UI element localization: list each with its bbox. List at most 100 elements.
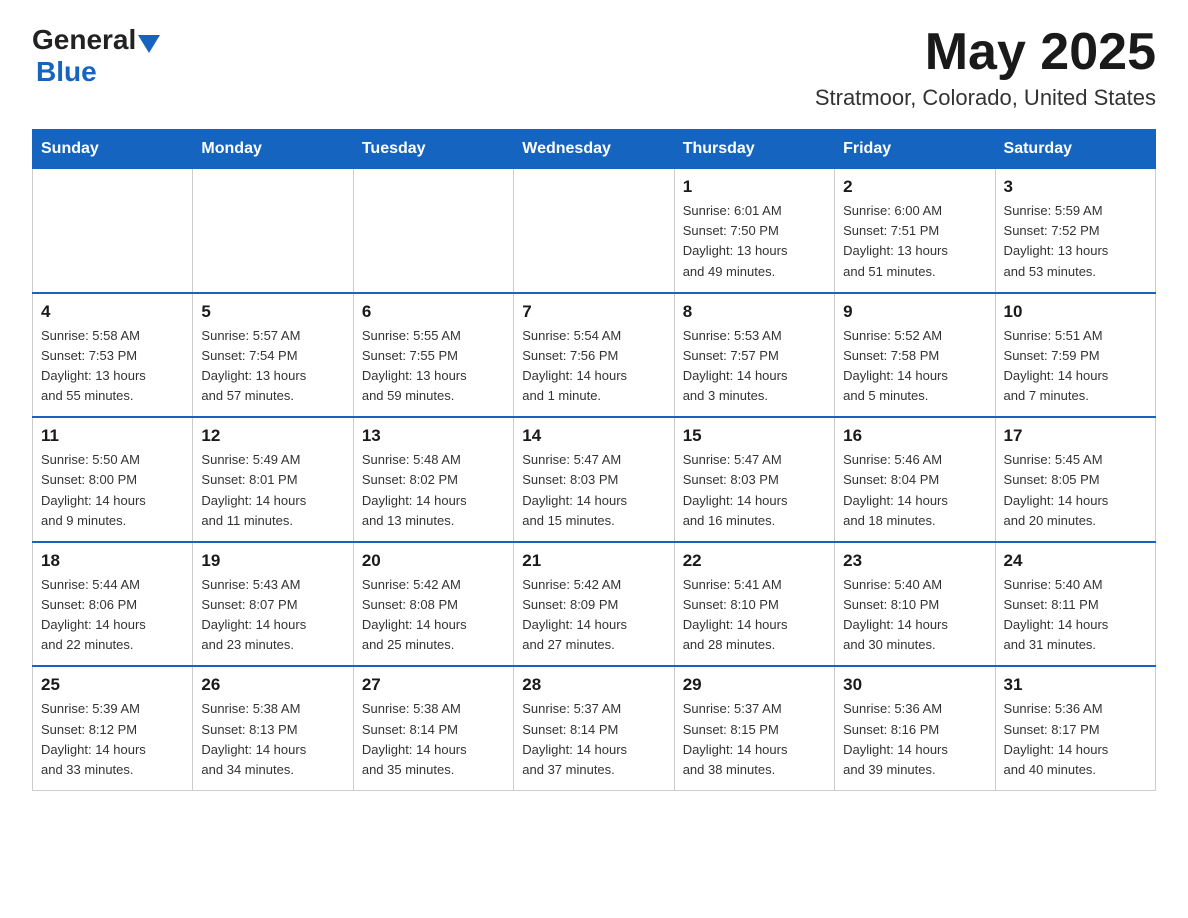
logo-triangle-icon xyxy=(138,35,160,53)
calendar-cell: 5Sunrise: 5:57 AM Sunset: 7:54 PM Daylig… xyxy=(193,293,353,418)
calendar-week-row: 11 Sunrise: 5:50 AM Sunset: 8:00 PM Dayli… xyxy=(33,417,1156,542)
day-info: Sunrise: 6:00 AM Sunset: 7:51 PM Dayligh… xyxy=(843,201,986,282)
day-info: Sunrise: 5:38 AM Sunset: 8:14 PM Dayligh… xyxy=(362,699,505,780)
location-title: Stratmoor, Colorado, United States xyxy=(815,85,1156,111)
day-info: Sunrise: 5:54 AM Sunset: 7:56 PM Dayligh… xyxy=(522,326,665,407)
calendar-cell: 16 Sunrise: 5:46 AM Sunset: 8:04 PM Dayli… xyxy=(835,417,995,542)
day-number: 4 xyxy=(41,302,184,322)
calendar-cell: 23 Sunrise: 5:40 AM Sunset: 8:10 PM Dayli… xyxy=(835,542,995,667)
calendar-cell: 4 Sunrise: 5:58 AM Sunset: 7:53 PM Daylig… xyxy=(33,293,193,418)
day-number: 21 xyxy=(522,551,665,571)
day-info: Sunrise: 5:43 AM Sunset: 8:07 PM Dayligh… xyxy=(201,575,344,656)
calendar-cell: 28Sunrise: 5:37 AM Sunset: 8:14 PM Dayli… xyxy=(514,666,674,790)
day-number: 31 xyxy=(1004,675,1147,695)
day-info: Sunrise: 5:49 AM Sunset: 8:01 PM Dayligh… xyxy=(201,450,344,531)
day-info: Sunrise: 5:59 AM Sunset: 7:52 PM Dayligh… xyxy=(1004,201,1147,282)
calendar-cell: 21Sunrise: 5:42 AM Sunset: 8:09 PM Dayli… xyxy=(514,542,674,667)
calendar-cell: 18 Sunrise: 5:44 AM Sunset: 8:06 PM Dayli… xyxy=(33,542,193,667)
day-info: Sunrise: 5:58 AM Sunset: 7:53 PM Dayligh… xyxy=(41,326,184,407)
day-number: 10 xyxy=(1004,302,1147,322)
day-info: Sunrise: 5:48 AM Sunset: 8:02 PM Dayligh… xyxy=(362,450,505,531)
day-number: 9 xyxy=(843,302,986,322)
day-number: 12 xyxy=(201,426,344,446)
calendar-header-row: SundayMondayTuesdayWednesdayThursdayFrid… xyxy=(33,130,1156,169)
day-number: 23 xyxy=(843,551,986,571)
calendar-cell: 19Sunrise: 5:43 AM Sunset: 8:07 PM Dayli… xyxy=(193,542,353,667)
calendar-cell xyxy=(353,169,513,293)
day-info: Sunrise: 5:52 AM Sunset: 7:58 PM Dayligh… xyxy=(843,326,986,407)
header-thursday: Thursday xyxy=(674,130,834,169)
calendar-cell: 25 Sunrise: 5:39 AM Sunset: 8:12 PM Dayli… xyxy=(33,666,193,790)
day-info: Sunrise: 5:46 AM Sunset: 8:04 PM Dayligh… xyxy=(843,450,986,531)
calendar-cell: 2Sunrise: 6:00 AM Sunset: 7:51 PM Daylig… xyxy=(835,169,995,293)
day-info: Sunrise: 5:36 AM Sunset: 8:17 PM Dayligh… xyxy=(1004,699,1147,780)
day-info: Sunrise: 5:41 AM Sunset: 8:10 PM Dayligh… xyxy=(683,575,826,656)
logo: General Blue xyxy=(32,24,162,88)
calendar-cell: 17Sunrise: 5:45 AM Sunset: 8:05 PM Dayli… xyxy=(995,417,1155,542)
day-info: Sunrise: 5:40 AM Sunset: 8:10 PM Dayligh… xyxy=(843,575,986,656)
logo-general-text: General xyxy=(32,24,136,56)
day-info: Sunrise: 5:47 AM Sunset: 8:03 PM Dayligh… xyxy=(522,450,665,531)
day-info: Sunrise: 5:53 AM Sunset: 7:57 PM Dayligh… xyxy=(683,326,826,407)
calendar-cell: 1Sunrise: 6:01 AM Sunset: 7:50 PM Daylig… xyxy=(674,169,834,293)
calendar-cell: 12 Sunrise: 5:49 AM Sunset: 8:01 PM Dayli… xyxy=(193,417,353,542)
title-section: May 2025 Stratmoor, Colorado, United Sta… xyxy=(815,24,1156,111)
day-number: 11 xyxy=(41,426,184,446)
day-info: Sunrise: 5:36 AM Sunset: 8:16 PM Dayligh… xyxy=(843,699,986,780)
day-number: 25 xyxy=(41,675,184,695)
calendar-cell: 9 Sunrise: 5:52 AM Sunset: 7:58 PM Daylig… xyxy=(835,293,995,418)
header-monday: Monday xyxy=(193,130,353,169)
calendar-cell: 27 Sunrise: 5:38 AM Sunset: 8:14 PM Dayli… xyxy=(353,666,513,790)
day-number: 6 xyxy=(362,302,505,322)
day-number: 14 xyxy=(522,426,665,446)
day-number: 7 xyxy=(522,302,665,322)
day-info: Sunrise: 5:57 AM Sunset: 7:54 PM Dayligh… xyxy=(201,326,344,407)
day-number: 20 xyxy=(362,551,505,571)
calendar-cell: 30Sunrise: 5:36 AM Sunset: 8:16 PM Dayli… xyxy=(835,666,995,790)
header-saturday: Saturday xyxy=(995,130,1155,169)
calendar-cell: 8 Sunrise: 5:53 AM Sunset: 7:57 PM Daylig… xyxy=(674,293,834,418)
day-info: Sunrise: 5:47 AM Sunset: 8:03 PM Dayligh… xyxy=(683,450,826,531)
calendar-cell: 10 Sunrise: 5:51 AM Sunset: 7:59 PM Dayli… xyxy=(995,293,1155,418)
calendar-cell: 31 Sunrise: 5:36 AM Sunset: 8:17 PM Dayli… xyxy=(995,666,1155,790)
day-number: 24 xyxy=(1004,551,1147,571)
day-info: Sunrise: 5:39 AM Sunset: 8:12 PM Dayligh… xyxy=(41,699,184,780)
day-number: 16 xyxy=(843,426,986,446)
day-number: 22 xyxy=(683,551,826,571)
day-number: 13 xyxy=(362,426,505,446)
header-friday: Friday xyxy=(835,130,995,169)
day-info: Sunrise: 5:40 AM Sunset: 8:11 PM Dayligh… xyxy=(1004,575,1147,656)
calendar-cell: 29 Sunrise: 5:37 AM Sunset: 8:15 PM Dayli… xyxy=(674,666,834,790)
header-sunday: Sunday xyxy=(33,130,193,169)
page-header: General Blue May 2025 Stratmoor, Colorad… xyxy=(32,24,1156,111)
month-title: May 2025 xyxy=(815,24,1156,81)
calendar-week-row: 25 Sunrise: 5:39 AM Sunset: 8:12 PM Dayli… xyxy=(33,666,1156,790)
day-info: Sunrise: 5:55 AM Sunset: 7:55 PM Dayligh… xyxy=(362,326,505,407)
calendar-cell: 22 Sunrise: 5:41 AM Sunset: 8:10 PM Dayli… xyxy=(674,542,834,667)
day-number: 27 xyxy=(362,675,505,695)
calendar-week-row: 1Sunrise: 6:01 AM Sunset: 7:50 PM Daylig… xyxy=(33,169,1156,293)
day-number: 1 xyxy=(683,177,826,197)
day-info: Sunrise: 5:37 AM Sunset: 8:15 PM Dayligh… xyxy=(683,699,826,780)
calendar-cell xyxy=(193,169,353,293)
day-info: Sunrise: 5:50 AM Sunset: 8:00 PM Dayligh… xyxy=(41,450,184,531)
day-number: 29 xyxy=(683,675,826,695)
day-number: 28 xyxy=(522,675,665,695)
calendar-cell: 24 Sunrise: 5:40 AM Sunset: 8:11 PM Dayli… xyxy=(995,542,1155,667)
logo-blue-text: Blue xyxy=(36,56,97,87)
calendar-cell: 26Sunrise: 5:38 AM Sunset: 8:13 PM Dayli… xyxy=(193,666,353,790)
day-info: Sunrise: 5:42 AM Sunset: 8:08 PM Dayligh… xyxy=(362,575,505,656)
header-tuesday: Tuesday xyxy=(353,130,513,169)
day-number: 18 xyxy=(41,551,184,571)
day-info: Sunrise: 5:51 AM Sunset: 7:59 PM Dayligh… xyxy=(1004,326,1147,407)
day-number: 8 xyxy=(683,302,826,322)
day-info: Sunrise: 5:38 AM Sunset: 8:13 PM Dayligh… xyxy=(201,699,344,780)
calendar-cell: 6 Sunrise: 5:55 AM Sunset: 7:55 PM Daylig… xyxy=(353,293,513,418)
calendar-cell: 15Sunrise: 5:47 AM Sunset: 8:03 PM Dayli… xyxy=(674,417,834,542)
day-info: Sunrise: 5:44 AM Sunset: 8:06 PM Dayligh… xyxy=(41,575,184,656)
day-number: 3 xyxy=(1004,177,1147,197)
day-info: Sunrise: 5:45 AM Sunset: 8:05 PM Dayligh… xyxy=(1004,450,1147,531)
calendar-cell: 11 Sunrise: 5:50 AM Sunset: 8:00 PM Dayli… xyxy=(33,417,193,542)
calendar-week-row: 4 Sunrise: 5:58 AM Sunset: 7:53 PM Daylig… xyxy=(33,293,1156,418)
calendar-cell: 20 Sunrise: 5:42 AM Sunset: 8:08 PM Dayli… xyxy=(353,542,513,667)
